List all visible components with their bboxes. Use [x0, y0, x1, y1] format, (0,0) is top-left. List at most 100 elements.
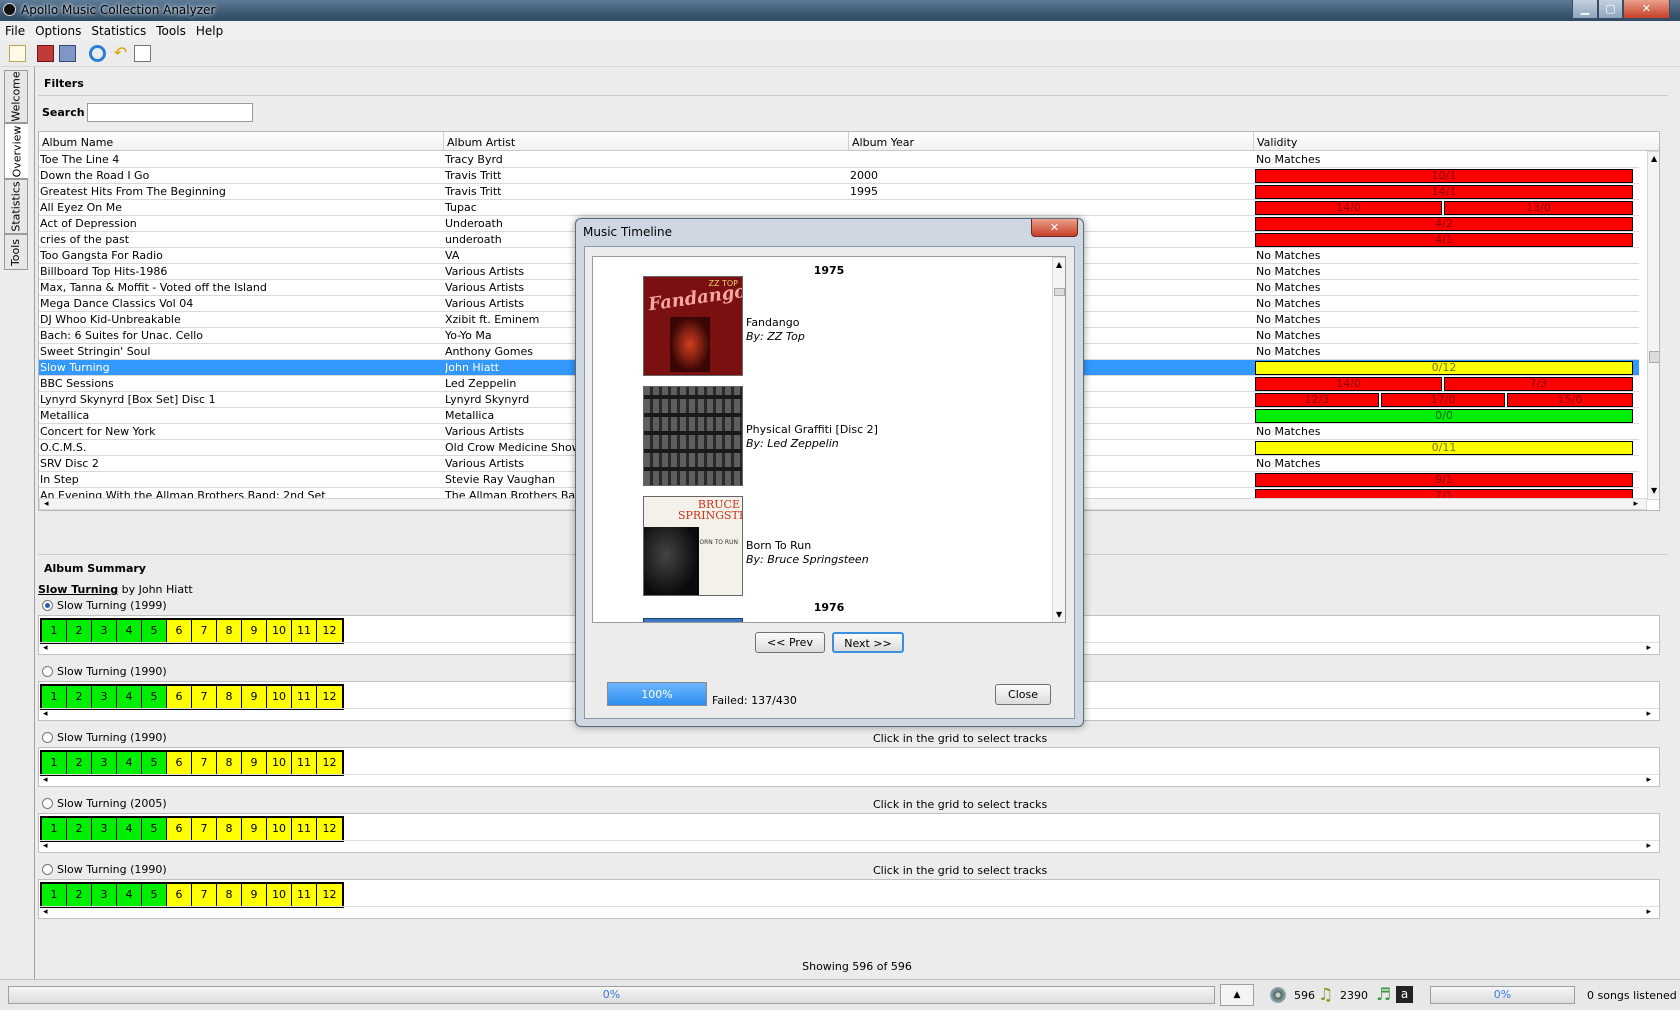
- track-cell[interactable]: 1: [42, 752, 67, 774]
- dialog-close-button[interactable]: Close: [995, 684, 1051, 705]
- track-cell[interactable]: 5: [142, 620, 167, 642]
- dialog-close-icon[interactable]: ✕: [1031, 219, 1078, 237]
- track-cell[interactable]: 2: [67, 620, 92, 642]
- track-cell[interactable]: 12: [317, 818, 342, 840]
- prev-button[interactable]: << Prev: [755, 632, 825, 653]
- track-cell[interactable]: 7: [192, 620, 217, 642]
- radio-button[interactable]: [42, 732, 53, 743]
- album-version-option[interactable]: Slow Turning (2005): [42, 797, 167, 810]
- track-cell[interactable]: 6: [167, 620, 192, 642]
- album-version-option[interactable]: Slow Turning (1990): [42, 665, 167, 678]
- new-icon[interactable]: [9, 45, 26, 62]
- track-cell[interactable]: 10: [267, 884, 292, 906]
- track-grid[interactable]: 1 2 3 4 5 6 7 8 9 10 11 12: [40, 618, 344, 644]
- column-header-validity[interactable]: Validity: [1254, 132, 1659, 151]
- track-cell[interactable]: 11: [292, 818, 317, 840]
- track-cell[interactable]: 7: [192, 884, 217, 906]
- track-cell[interactable]: 6: [167, 752, 192, 774]
- track-cell[interactable]: 4: [117, 884, 142, 906]
- column-header-album-name[interactable]: Album Name: [39, 132, 444, 151]
- track-cell[interactable]: 7: [192, 818, 217, 840]
- track-cell[interactable]: 7: [192, 752, 217, 774]
- track-cell[interactable]: 2: [67, 884, 92, 906]
- table-row[interactable]: Greatest Hits From The Beginning Travis T…: [39, 184, 1639, 200]
- scroll-left-icon[interactable]: ◂: [43, 643, 48, 653]
- tab-welcome[interactable]: Welcome: [4, 70, 28, 123]
- column-header-album-artist[interactable]: Album Artist: [444, 132, 849, 151]
- preview-icon[interactable]: [134, 45, 151, 62]
- menu-help[interactable]: Help: [191, 21, 228, 41]
- minimize-button[interactable]: ▁: [1572, 0, 1598, 19]
- undo-icon[interactable]: ↶: [112, 45, 129, 62]
- track-cell[interactable]: 12: [317, 752, 342, 774]
- track-cell[interactable]: 1: [42, 620, 67, 642]
- menu-file[interactable]: File: [0, 21, 30, 41]
- track-cell[interactable]: 5: [142, 752, 167, 774]
- track-cell[interactable]: 3: [92, 818, 117, 840]
- scroll-down-icon[interactable]: ▼: [1056, 610, 1062, 619]
- track-cell[interactable]: 6: [167, 884, 192, 906]
- track-cell[interactable]: 10: [267, 686, 292, 708]
- track-cell[interactable]: 12: [317, 620, 342, 642]
- track-cell[interactable]: 8: [217, 818, 242, 840]
- track-cell[interactable]: 4: [117, 818, 142, 840]
- table-row[interactable]: All Eyez On Me Tupac 14/0 13/0: [39, 200, 1639, 216]
- table-vertical-scrollbar[interactable]: ▲ ▼: [1647, 151, 1659, 500]
- track-cell[interactable]: 9: [242, 620, 267, 642]
- tab-overview[interactable]: Overview: [4, 123, 28, 179]
- track-cell[interactable]: 3: [92, 620, 117, 642]
- track-cell[interactable]: 7: [192, 686, 217, 708]
- tab-tools[interactable]: Tools: [4, 234, 28, 270]
- open-icon[interactable]: [59, 45, 76, 62]
- track-cell[interactable]: 4: [117, 620, 142, 642]
- track-cell[interactable]: 10: [267, 818, 292, 840]
- menu-tools[interactable]: Tools: [151, 21, 191, 41]
- track-grid[interactable]: 1 2 3 4 5 6 7 8 9 10 11 12: [40, 750, 344, 776]
- search-input[interactable]: [87, 103, 253, 122]
- timeline-scrollbar[interactable]: ▲ ▼: [1052, 257, 1065, 622]
- scroll-down-icon[interactable]: ▼: [1651, 486, 1657, 495]
- scroll-up-icon[interactable]: ▲: [1651, 154, 1657, 163]
- scroll-left-icon[interactable]: ◂: [43, 709, 48, 719]
- track-cell[interactable]: 9: [242, 752, 267, 774]
- track-cell[interactable]: 2: [67, 818, 92, 840]
- album-version-option[interactable]: Slow Turning (1999): [42, 599, 167, 612]
- scroll-left-icon[interactable]: ◂: [43, 775, 48, 785]
- track-cell[interactable]: 9: [242, 686, 267, 708]
- track-cell[interactable]: 3: [92, 884, 117, 906]
- track-cell[interactable]: 5: [142, 884, 167, 906]
- track-cell[interactable]: 2: [67, 686, 92, 708]
- track-cell[interactable]: 11: [292, 884, 317, 906]
- scroll-left-icon[interactable]: ◂: [44, 499, 49, 509]
- track-cell[interactable]: 6: [167, 686, 192, 708]
- track-cell[interactable]: 8: [217, 686, 242, 708]
- scroll-right-icon[interactable]: ▸: [1646, 841, 1651, 851]
- album-link[interactable]: Slow Turning: [38, 583, 118, 596]
- album-version-option[interactable]: Slow Turning (1990): [42, 731, 167, 744]
- track-cell[interactable]: 9: [242, 818, 267, 840]
- track-cell[interactable]: 4: [117, 752, 142, 774]
- track-cell[interactable]: 11: [292, 620, 317, 642]
- table-row[interactable]: Down the Road I Go Travis Tritt 2000 10/1: [39, 168, 1639, 184]
- track-cell[interactable]: 12: [317, 686, 342, 708]
- track-grid[interactable]: 1 2 3 4 5 6 7 8 9 10 11 12: [40, 882, 344, 908]
- track-cell[interactable]: 11: [292, 686, 317, 708]
- track-cell[interactable]: 12: [317, 884, 342, 906]
- album-version-option[interactable]: Slow Turning (1990): [42, 863, 167, 876]
- track-cell[interactable]: 4: [117, 686, 142, 708]
- track-cell[interactable]: 5: [142, 818, 167, 840]
- track-grid[interactable]: 1 2 3 4 5 6 7 8 9 10 11 12: [40, 816, 344, 842]
- expand-up-button[interactable]: ▲: [1220, 984, 1254, 1006]
- column-header-album-year[interactable]: Album Year: [849, 132, 1254, 151]
- track-grid[interactable]: 1 2 3 4 5 6 7 8 9 10 11 12: [40, 684, 344, 710]
- tab-statistics[interactable]: Statistics: [4, 179, 28, 234]
- track-grid-scrollbar[interactable]: ◂ ▸: [39, 840, 1659, 852]
- radio-button[interactable]: [42, 666, 53, 677]
- track-cell[interactable]: 11: [292, 752, 317, 774]
- track-cell[interactable]: 6: [167, 818, 192, 840]
- save-icon[interactable]: [37, 45, 54, 62]
- radio-button[interactable]: [42, 798, 53, 809]
- scroll-left-icon[interactable]: ◂: [43, 841, 48, 851]
- track-cell[interactable]: 2: [67, 752, 92, 774]
- track-cell[interactable]: 1: [42, 884, 67, 906]
